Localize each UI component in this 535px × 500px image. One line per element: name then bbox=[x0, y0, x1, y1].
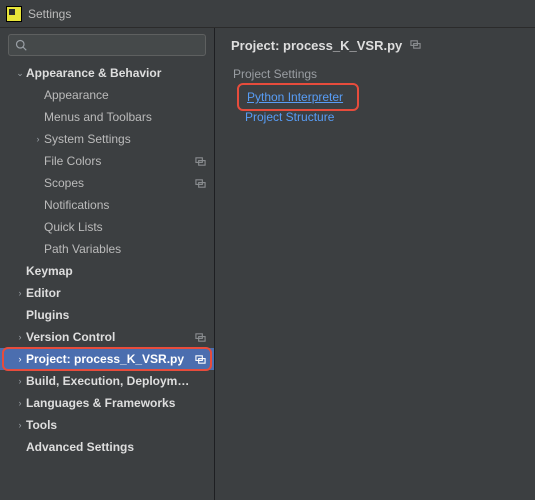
tree-item[interactable]: ›Version Control bbox=[0, 326, 214, 348]
settings-sidebar: ⌄Appearance & Behavior Appearance Menus an… bbox=[0, 28, 215, 500]
chevron-right-icon: › bbox=[32, 134, 44, 144]
project-tag-icon bbox=[194, 156, 206, 167]
tree-item-label: Scopes bbox=[44, 176, 194, 190]
tree-item-label: Appearance bbox=[44, 88, 194, 102]
tree-item-label: Menus and Toolbars bbox=[44, 110, 194, 124]
tree-item[interactable]: Keymap bbox=[0, 260, 214, 282]
tree-item-label: File Colors bbox=[44, 154, 194, 168]
chevron-right-icon: › bbox=[14, 288, 26, 298]
tree-item-label: Quick Lists bbox=[44, 220, 194, 234]
tree-item[interactable]: File Colors bbox=[0, 150, 214, 172]
chevron-down-icon: ⌄ bbox=[14, 68, 26, 79]
tree-item[interactable]: Advanced Settings bbox=[0, 436, 214, 458]
tree-item[interactable]: ⌄Appearance & Behavior bbox=[0, 62, 214, 84]
project-tag-icon bbox=[194, 332, 206, 343]
titlebar: Settings bbox=[0, 0, 535, 28]
tree-item-label: Project: process_K_VSR.py bbox=[26, 352, 194, 366]
tree-item[interactable]: ›Build, Execution, Deployment bbox=[0, 370, 214, 392]
tree-item-label: Version Control bbox=[26, 330, 194, 344]
tree-item[interactable]: ›Languages & Frameworks bbox=[0, 392, 214, 414]
tree-item[interactable]: Menus and Toolbars bbox=[0, 106, 214, 128]
project-tag-icon bbox=[194, 178, 206, 189]
tree-item-label: Languages & Frameworks bbox=[26, 396, 194, 410]
settings-link[interactable]: Python Interpreter bbox=[245, 87, 351, 107]
window-title: Settings bbox=[28, 7, 71, 21]
tree-item-label: Build, Execution, Deployment bbox=[26, 374, 194, 388]
tree-item-label: Editor bbox=[26, 286, 194, 300]
tree-item[interactable]: Plugins bbox=[0, 304, 214, 326]
tree-item-label: Notifications bbox=[44, 198, 194, 212]
search-input[interactable] bbox=[31, 38, 199, 52]
project-tag-icon bbox=[410, 39, 421, 53]
tree-item[interactable]: Quick Lists bbox=[0, 216, 214, 238]
tree-item[interactable]: ›System Settings bbox=[0, 128, 214, 150]
settings-link[interactable]: Project Structure bbox=[245, 107, 519, 127]
tree-item-label: Path Variables bbox=[44, 242, 194, 256]
chevron-right-icon: › bbox=[14, 376, 26, 386]
chevron-right-icon: › bbox=[14, 398, 26, 408]
settings-main: Project: process_K_VSR.py Project Settin… bbox=[215, 28, 535, 500]
tree-item[interactable]: ›Tools bbox=[0, 414, 214, 436]
section-heading: Project Settings bbox=[231, 67, 519, 81]
tree-item-label: Keymap bbox=[26, 264, 194, 278]
page-title: Project: process_K_VSR.py bbox=[231, 38, 402, 53]
tree-item-label: System Settings bbox=[44, 132, 194, 146]
project-tag-icon bbox=[194, 354, 206, 365]
chevron-right-icon: › bbox=[14, 354, 26, 364]
tree-item[interactable]: Scopes bbox=[0, 172, 214, 194]
chevron-right-icon: › bbox=[14, 420, 26, 430]
tree-item[interactable]: Path Variables bbox=[0, 238, 214, 260]
chevron-right-icon: › bbox=[14, 332, 26, 342]
tree-item-label: Appearance & Behavior bbox=[26, 66, 194, 80]
app-icon bbox=[6, 6, 22, 22]
search-input-wrap[interactable] bbox=[8, 34, 206, 56]
tree-item[interactable]: Notifications bbox=[0, 194, 214, 216]
tree-item-label: Advanced Settings bbox=[26, 440, 194, 454]
tree-item-label: Tools bbox=[26, 418, 194, 432]
project-settings-links: Python InterpreterProject Structure bbox=[231, 87, 519, 127]
tree-item-label: Plugins bbox=[26, 308, 194, 322]
tree-item[interactable]: Appearance bbox=[0, 84, 214, 106]
tree-item[interactable]: ›Editor bbox=[0, 282, 214, 304]
tree-item[interactable]: ›Project: process_K_VSR.py bbox=[0, 348, 214, 370]
search-icon bbox=[15, 39, 27, 51]
settings-tree: ⌄Appearance & Behavior Appearance Menus an… bbox=[0, 62, 214, 500]
